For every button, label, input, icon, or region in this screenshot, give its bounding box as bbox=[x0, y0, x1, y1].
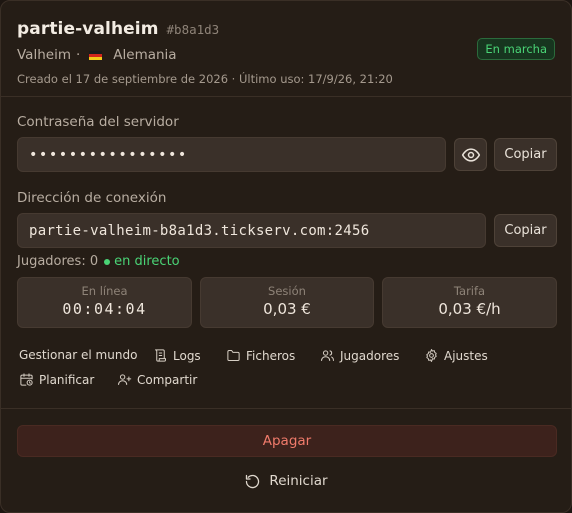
password-label: Contraseña del servidor bbox=[17, 114, 179, 130]
live-label: en directo bbox=[114, 254, 180, 269]
game-name: Valheim bbox=[17, 47, 71, 63]
server-id: #b8a1d3 bbox=[166, 22, 220, 37]
server-header: partie-valheim #b8a1d3 Valheim · Alemani… bbox=[17, 19, 555, 89]
players-count: Jugadores: 0 bbox=[17, 254, 99, 269]
germany-flag-icon bbox=[89, 50, 103, 60]
stat-online: En línea 00:04:04 bbox=[17, 277, 192, 328]
restart-label: Reiniciar bbox=[269, 473, 328, 489]
settings-link[interactable]: Ajustes bbox=[424, 348, 488, 363]
status-badge: En marcha bbox=[477, 38, 555, 60]
live-indicator: en directo bbox=[104, 254, 180, 269]
stat-label: Sesión bbox=[268, 284, 306, 298]
address-label: Dirección de conexión bbox=[17, 190, 167, 206]
server-name: partie-valheim bbox=[17, 19, 159, 39]
settings-label: Ajustes bbox=[444, 348, 488, 363]
stat-rate: Tarifa 0,03 €/h bbox=[382, 277, 557, 328]
calendar-clock-icon bbox=[20, 373, 33, 386]
scroll-icon bbox=[155, 349, 166, 362]
logs-link[interactable]: Logs bbox=[153, 348, 201, 363]
folder-icon bbox=[227, 350, 240, 361]
server-location: Valheim · Alemania bbox=[17, 47, 555, 63]
server-card: partie-valheim #b8a1d3 Valheim · Alemani… bbox=[0, 0, 572, 513]
manage-world-label: Gestionar el mundo bbox=[19, 348, 138, 362]
schedule-link[interactable]: Planificar bbox=[19, 372, 94, 387]
region-name: Alemania bbox=[113, 47, 177, 63]
address-field[interactable]: partie-valheim-b8a1d3.tickserv.com:2456 bbox=[17, 213, 486, 248]
files-link[interactable]: Ficheros bbox=[226, 348, 295, 363]
header-divider bbox=[1, 96, 571, 97]
stop-server-button[interactable]: Apagar bbox=[17, 425, 557, 457]
toggle-password-button[interactable] bbox=[454, 138, 487, 171]
password-field[interactable]: •••••••••••••••• bbox=[17, 137, 446, 172]
copy-address-button[interactable]: Copiar bbox=[494, 214, 557, 247]
stat-value: 00:04:04 bbox=[62, 300, 147, 318]
stat-value: 0,03 €/h bbox=[438, 300, 501, 318]
users-icon bbox=[321, 350, 334, 361]
players-status: Jugadores: 0 en directo bbox=[17, 254, 180, 269]
players-label: Jugadores bbox=[340, 348, 400, 363]
manage-world-link[interactable]: Gestionar el mundo bbox=[19, 348, 137, 362]
schedule-label: Planificar bbox=[39, 372, 95, 387]
restart-icon bbox=[246, 474, 260, 488]
stat-label: Tarifa bbox=[453, 284, 486, 298]
eye-icon bbox=[461, 147, 480, 162]
restart-server-button[interactable]: Reiniciar bbox=[1, 469, 571, 493]
share-label: Compartir bbox=[137, 372, 198, 387]
share-link[interactable]: Compartir bbox=[117, 372, 197, 387]
footer-divider bbox=[1, 408, 571, 409]
players-link[interactable]: Jugadores bbox=[320, 348, 399, 363]
logs-label: Logs bbox=[173, 348, 201, 363]
location-separator: · bbox=[75, 47, 81, 63]
stat-label: En línea bbox=[81, 284, 128, 298]
stat-session: Sesión 0,03 € bbox=[200, 277, 374, 328]
live-dot-icon bbox=[104, 258, 111, 265]
user-plus-icon bbox=[118, 374, 132, 385]
stat-value: 0,03 € bbox=[263, 300, 311, 318]
created-info: Creado el 17 de septiembre de 2026 · Últ… bbox=[17, 72, 393, 86]
gear-icon bbox=[426, 349, 437, 362]
copy-password-button[interactable]: Copiar bbox=[494, 138, 557, 171]
files-label: Ficheros bbox=[246, 348, 296, 363]
